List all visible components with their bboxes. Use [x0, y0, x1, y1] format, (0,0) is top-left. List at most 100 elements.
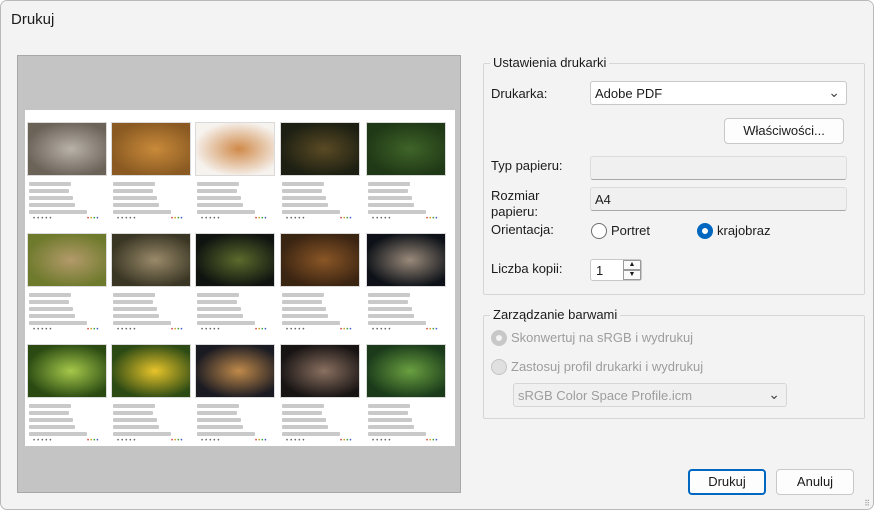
cancel-button[interactable]: Anuluj [776, 469, 854, 495]
window-title: Drukuj [11, 11, 55, 28]
metadata-line [368, 411, 408, 415]
rating-dots: ••••• [201, 216, 222, 222]
metadata-line [197, 300, 237, 304]
thumbnail-cell: ••••• •••• [27, 344, 109, 448]
thumbnail-deer-green-forest [366, 122, 446, 176]
metadata-line [282, 189, 322, 193]
landscape-radio[interactable] [697, 223, 713, 239]
metadata-line [368, 432, 426, 436]
convert-srgb-label: Skonwertuj na sRGB i wydrukuj [511, 330, 694, 345]
metadata-line [197, 425, 243, 429]
metadata-line [113, 404, 155, 408]
printer-value: Adobe PDF [595, 86, 663, 101]
thumbnail-deer-closeup [111, 233, 191, 287]
metadata-line [368, 210, 426, 214]
printer-profile-radio[interactable] [491, 359, 507, 375]
thumbnail-fence-green [27, 344, 107, 398]
color-label-dots: •••• [426, 327, 439, 333]
paper-type-label: Typ papieru: [491, 158, 563, 173]
metadata-line [113, 321, 171, 325]
rating-dots: ••••• [117, 438, 138, 444]
metadata-line [282, 432, 340, 436]
metadata-line [197, 210, 255, 214]
printer-label: Drukarka: [491, 86, 548, 101]
metadata-line [29, 189, 69, 193]
metadata-line [368, 418, 412, 422]
metadata-line [113, 314, 159, 318]
metadata-line [29, 321, 87, 325]
thumbnail-deer-autumn [280, 233, 360, 287]
color-label-dots: •••• [171, 327, 184, 333]
metadata-line [282, 425, 328, 429]
metadata-line [197, 404, 239, 408]
thumbnail-cell: ••••• •••• [366, 233, 448, 337]
thumbnail-tunnel-light [195, 344, 275, 398]
metadata-line [113, 293, 155, 297]
copies-label: Liczba kopii: [491, 261, 563, 276]
rating-dots: ••••• [286, 327, 307, 333]
metadata-line [197, 196, 241, 200]
metadata-line [282, 300, 322, 304]
paper-size-field[interactable]: A4 [590, 187, 847, 211]
color-label-dots: •••• [87, 327, 100, 333]
landscape-label[interactable]: krajobraz [717, 223, 770, 239]
thumbnail-cell: ••••• •••• [195, 233, 277, 337]
metadata-line [368, 182, 410, 186]
metadata-line [282, 418, 326, 422]
metadata-line [197, 411, 237, 415]
metadata-line [197, 182, 239, 186]
metadata-line [282, 196, 326, 200]
metadata-line [29, 203, 75, 207]
color-label-dots: •••• [340, 216, 353, 222]
metadata-line [197, 293, 239, 297]
paper-type-field[interactable] [590, 156, 847, 180]
print-dialog: Drukuj ••••• •••• ••••• •••• ••••• •••• ••••• •… [0, 0, 874, 510]
paper-size-label: Rozmiar papieru: [491, 188, 540, 219]
print-preview: ••••• •••• ••••• •••• ••••• •••• ••••• •••• ••••… [17, 55, 461, 493]
print-button[interactable]: Drukuj [688, 469, 766, 495]
metadata-line [368, 404, 410, 408]
metadata-line [29, 314, 75, 318]
metadata-line [29, 425, 75, 429]
thumbnail-deer-dark-forest [280, 122, 360, 176]
title-bar: Drukuj [1, 1, 873, 37]
thumbnail-cell: ••••• •••• [27, 233, 109, 337]
metadata-line [197, 321, 255, 325]
convert-srgb-radio[interactable] [491, 330, 507, 346]
thumbnail-cell: ••••• •••• [111, 122, 193, 226]
color-label-dots: •••• [340, 327, 353, 333]
thumbnail-night-lights-bokeh [280, 344, 360, 398]
color-label-dots: •••• [87, 216, 100, 222]
orientation-label: Orientacja: [491, 222, 554, 237]
increment-button[interactable]: ▲ [623, 260, 641, 270]
metadata-line [29, 307, 73, 311]
color-label-dots: •••• [426, 216, 439, 222]
thumbnail-cell: ••••• •••• [111, 233, 193, 337]
resize-grip-icon[interactable]: ⠿ [864, 500, 870, 508]
metadata-line [113, 189, 153, 193]
rating-dots: ••••• [117, 216, 138, 222]
metadata-line [29, 196, 73, 200]
printer-select[interactable]: Adobe PDF ⌄ [590, 81, 847, 105]
thumbnail-deer-night-light [195, 233, 275, 287]
portrait-radio[interactable] [591, 223, 607, 239]
metadata-line [368, 425, 414, 429]
rating-dots: ••••• [33, 327, 54, 333]
rating-dots: ••••• [201, 327, 222, 333]
chevron-down-icon: ⌄ [828, 84, 840, 100]
portrait-label[interactable]: Portret [611, 223, 650, 239]
color-label-dots: •••• [87, 438, 100, 444]
color-label-dots: •••• [255, 216, 268, 222]
metadata-line [368, 203, 414, 207]
rating-dots: ••••• [372, 327, 393, 333]
thumbnail-sunflowers [111, 344, 191, 398]
metadata-line [282, 182, 324, 186]
color-label-dots: •••• [426, 438, 439, 444]
rating-dots: ••••• [372, 438, 393, 444]
metadata-line [368, 300, 408, 304]
decrement-button[interactable]: ▼ [623, 270, 641, 280]
profile-select[interactable]: sRGB Color Space Profile.icm ⌄ [513, 383, 787, 407]
thumbnail-cell: ••••• •••• [27, 122, 109, 226]
printer-profile-label: Zastosuj profil drukarki i wydrukuj [511, 359, 704, 374]
properties-button[interactable]: Właściwości... [724, 118, 844, 144]
